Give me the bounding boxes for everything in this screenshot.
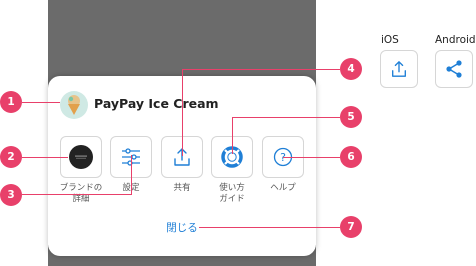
ice-cream-icon <box>68 95 80 115</box>
android-label: Android <box>435 34 476 46</box>
callout-line-5-vertical <box>232 117 233 154</box>
callout-line-6 <box>283 157 340 158</box>
callout-badge-6: 6 <box>340 146 362 168</box>
share-nodes-icon <box>446 60 462 78</box>
callout-badge-7: 7 <box>340 216 362 238</box>
help-label: ヘルプ <box>270 183 296 193</box>
callout-line-2 <box>22 157 68 158</box>
callout-badge-1: 1 <box>0 91 22 113</box>
callout-line-4 <box>182 69 340 70</box>
callout-badge-4: 4 <box>340 58 362 80</box>
callout-line-3-vertical <box>131 155 132 195</box>
callout-line-3 <box>22 194 132 195</box>
callout-line-4-vertical <box>182 69 183 156</box>
share-upload-icon <box>392 61 406 77</box>
callout-badge-5: 5 <box>340 106 362 128</box>
callout-line-5 <box>232 117 340 118</box>
app-icon <box>60 91 88 119</box>
callout-line-1 <box>22 102 60 103</box>
callout-badge-2: 2 <box>0 146 22 168</box>
ios-label: iOS <box>381 34 399 46</box>
brand-logo-icon <box>69 145 93 169</box>
app-title: PayPay Ice Cream <box>94 96 219 111</box>
android-share-icon-box <box>435 50 473 88</box>
callout-badge-3: 3 <box>0 184 22 206</box>
ios-share-icon-box <box>380 50 418 88</box>
callout-line-7 <box>199 227 340 228</box>
